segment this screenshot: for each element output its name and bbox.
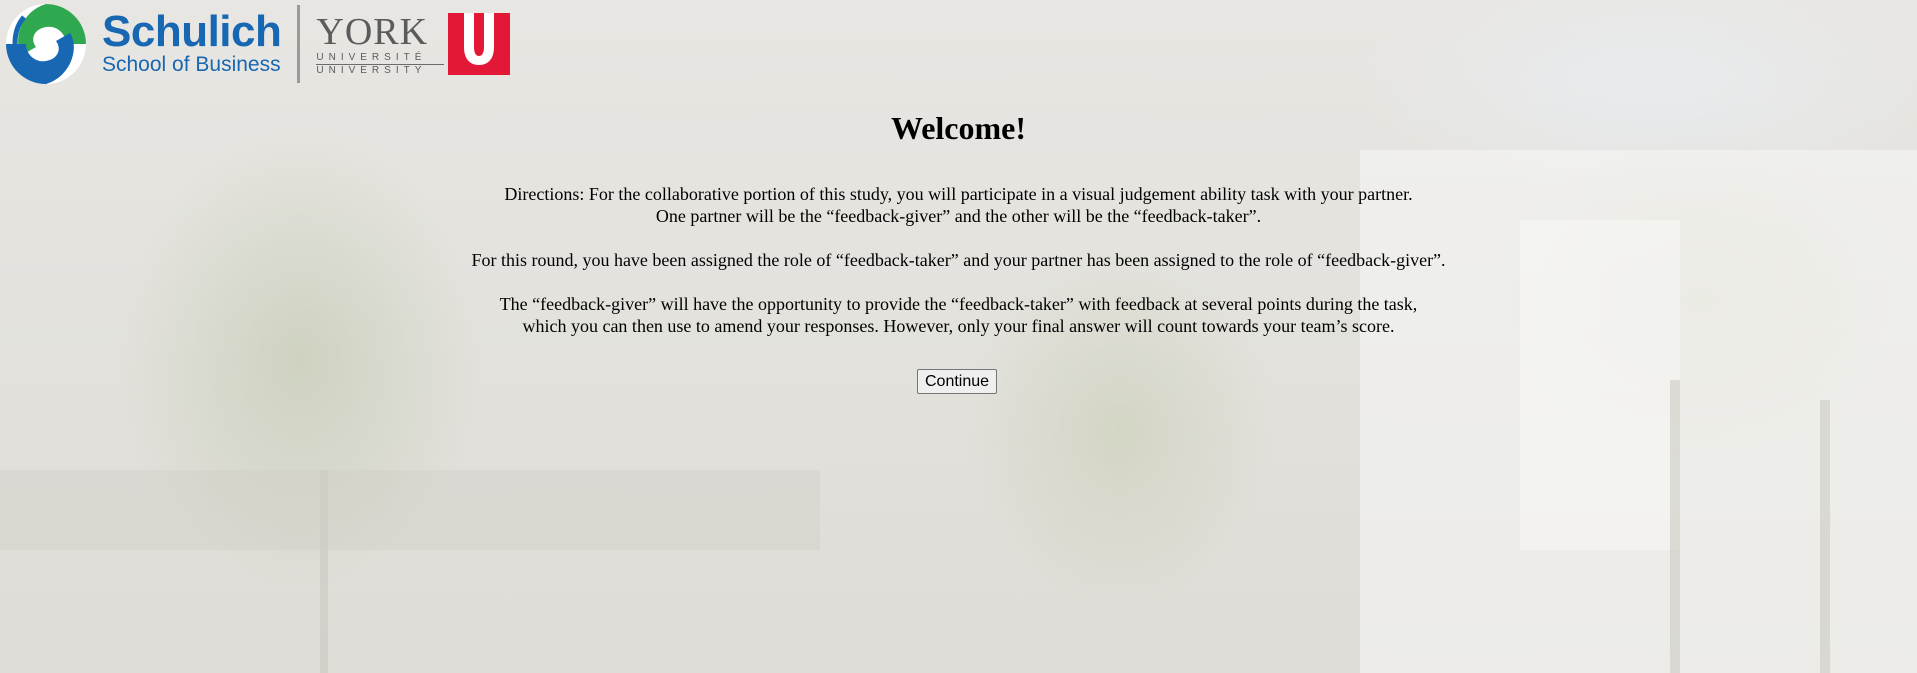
york-universite: UNIVERSITÉ <box>316 51 427 63</box>
york-u-icon <box>448 13 511 75</box>
page-title: Welcome! <box>890 110 1027 146</box>
feedback-info-line: which you can then use to amend your res… <box>522 316 1395 336</box>
background-column <box>1820 400 1830 673</box>
directions-line: Directions: For the collaborative portio… <box>504 184 1413 204</box>
feedback-info-line: The “feedback-giver” will have the oppor… <box>499 294 1418 314</box>
logo-divider <box>297 5 301 83</box>
background-building <box>1360 150 1917 673</box>
york-logo: YORK UNIVERSITÉ UNIVERSITY <box>316 12 511 77</box>
schulich-subtitle: School of Business <box>102 53 281 76</box>
york-university: UNIVERSITY <box>316 64 427 76</box>
background-building <box>0 470 820 550</box>
feedback-info-text: The “feedback-giver” will have the oppor… <box>0 293 1917 337</box>
continue-button[interactable]: Continue <box>917 369 998 394</box>
role-assignment-text: For this round, you have been assigned t… <box>0 249 1917 271</box>
background-column <box>1670 380 1680 673</box>
header-logos: Schulich School of Business YORK UNIVERS… <box>4 3 511 85</box>
directions-text: Directions: For the collaborative portio… <box>0 183 1917 227</box>
york-wordmark: YORK UNIVERSITÉ UNIVERSITY <box>316 12 446 77</box>
schulich-wordmark: Schulich School of Business <box>102 7 282 77</box>
schulich-emblem-icon <box>6 4 86 84</box>
york-name: YORK <box>316 10 429 53</box>
schulich-name: Schulich <box>102 7 282 56</box>
directions-line: One partner will be the “feedback-giver”… <box>655 206 1262 226</box>
role-assignment-line: For this round, you have been assigned t… <box>471 250 1446 270</box>
background-column <box>320 470 328 673</box>
